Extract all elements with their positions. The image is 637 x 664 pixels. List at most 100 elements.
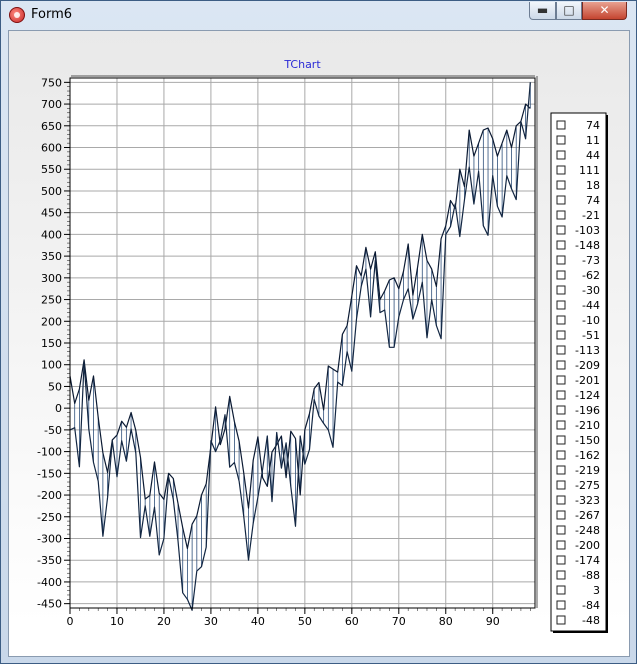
legend-checkbox[interactable] xyxy=(556,405,566,415)
y-tick-label: -250 xyxy=(37,511,62,524)
legend-checkbox[interactable] xyxy=(556,165,566,175)
legend-checkbox[interactable] xyxy=(556,300,566,310)
legend-value: 18 xyxy=(586,179,600,192)
application-window: Form6 ▬ □ ✕ TChart 750 700 650 600 550 500 450 4… xyxy=(0,0,637,664)
legend-checkbox[interactable] xyxy=(556,330,566,340)
maximize-button[interactable]: □ xyxy=(556,2,582,20)
legend-value: -150 xyxy=(575,434,600,447)
legend-value: 11 xyxy=(586,134,600,147)
x-tick-label: 70 xyxy=(392,615,406,628)
window-title: Form6 xyxy=(31,7,73,22)
x-tick-label: 50 xyxy=(298,615,312,628)
legend-value: -209 xyxy=(575,359,600,372)
chart: TChart7507006506005505004504003503002502… xyxy=(37,58,608,633)
legend-checkbox[interactable] xyxy=(556,255,566,265)
legend-value: -200 xyxy=(575,539,600,552)
legend-value: 74 xyxy=(586,194,600,207)
legend-value: -48 xyxy=(582,614,600,627)
legend-checkbox[interactable] xyxy=(556,480,566,490)
legend-checkbox[interactable] xyxy=(556,270,566,280)
y-tick-label: -50 xyxy=(44,424,62,437)
legend-checkbox[interactable] xyxy=(556,510,566,520)
x-tick-label: 80 xyxy=(439,615,453,628)
app-icon xyxy=(9,7,25,23)
legend-checkbox[interactable] xyxy=(556,555,566,565)
legend-checkbox[interactable] xyxy=(556,195,566,205)
y-tick-label: 300 xyxy=(41,272,62,285)
chart-title: TChart xyxy=(283,58,321,71)
legend-value: -267 xyxy=(575,509,600,522)
x-tick-label: 10 xyxy=(110,615,124,628)
y-tick-label: -400 xyxy=(37,576,62,589)
legend-value: -113 xyxy=(575,344,600,357)
legend-value: -51 xyxy=(582,329,600,342)
legend-value: -30 xyxy=(582,284,600,297)
legend-value: -174 xyxy=(575,554,600,567)
y-tick-label: 100 xyxy=(41,359,62,372)
y-tick-label: -200 xyxy=(37,489,62,502)
legend-checkbox[interactable] xyxy=(556,180,566,190)
legend-checkbox[interactable] xyxy=(556,525,566,535)
legend-checkbox[interactable] xyxy=(556,120,566,130)
legend-value: -84 xyxy=(582,599,600,612)
legend-checkbox[interactable] xyxy=(556,465,566,475)
legend-value: 111 xyxy=(579,164,600,177)
legend-checkbox[interactable] xyxy=(556,345,566,355)
legend-value: -275 xyxy=(575,479,600,492)
y-tick-label: 350 xyxy=(41,250,62,263)
legend-checkbox[interactable] xyxy=(556,285,566,295)
legend-checkbox[interactable] xyxy=(556,360,566,370)
legend-checkbox[interactable] xyxy=(556,225,566,235)
legend-checkbox[interactable] xyxy=(556,210,566,220)
legend-value: -210 xyxy=(575,419,600,432)
x-tick-label: 30 xyxy=(204,615,218,628)
legend-checkbox[interactable] xyxy=(556,540,566,550)
legend-checkbox[interactable] xyxy=(556,150,566,160)
y-tick-label: 250 xyxy=(41,294,62,307)
legend-value: -124 xyxy=(575,389,600,402)
y-tick-label: 700 xyxy=(41,98,62,111)
legend-value: -44 xyxy=(582,299,600,312)
legend-checkbox[interactable] xyxy=(556,390,566,400)
legend-checkbox[interactable] xyxy=(556,585,566,595)
legend-checkbox[interactable] xyxy=(556,600,566,610)
y-tick-label: 400 xyxy=(41,228,62,241)
legend-checkbox[interactable] xyxy=(556,420,566,430)
y-tick-label: 650 xyxy=(41,120,62,133)
legend-value: -21 xyxy=(582,209,600,222)
close-button[interactable]: ✕ xyxy=(582,2,627,20)
legend-checkbox[interactable] xyxy=(556,435,566,445)
legend-value: -196 xyxy=(575,404,600,417)
y-tick-label: 200 xyxy=(41,315,62,328)
y-tick-label: 750 xyxy=(41,76,62,89)
legend-value: -162 xyxy=(575,449,600,462)
legend-value: -248 xyxy=(575,524,600,537)
y-tick-label: -100 xyxy=(37,446,62,459)
legend-checkbox[interactable] xyxy=(556,240,566,250)
y-tick-label: -300 xyxy=(37,532,62,545)
legend-checkbox[interactable] xyxy=(556,135,566,145)
legend-checkbox[interactable] xyxy=(556,615,566,625)
title-bar[interactable]: Form6 ▬ □ ✕ xyxy=(1,1,636,29)
legend-checkbox[interactable] xyxy=(556,570,566,580)
legend-checkbox[interactable] xyxy=(556,375,566,385)
legend-value: -219 xyxy=(575,464,600,477)
legend-value: -148 xyxy=(575,239,600,252)
y-tick-label: -450 xyxy=(37,598,62,611)
x-tick-label: 90 xyxy=(486,615,500,628)
legend-value: -201 xyxy=(575,374,600,387)
x-tick-label: 20 xyxy=(157,615,171,628)
legend-value: 74 xyxy=(586,119,600,132)
y-tick-label: 500 xyxy=(41,185,62,198)
minimize-button[interactable]: ▬ xyxy=(529,2,556,20)
legend-value: -73 xyxy=(582,254,600,267)
y-tick-label: 0 xyxy=(55,402,62,415)
legend-checkbox[interactable] xyxy=(556,450,566,460)
legend-checkbox[interactable] xyxy=(556,495,566,505)
y-tick-label: -350 xyxy=(37,554,62,567)
y-tick-label: 150 xyxy=(41,337,62,350)
legend-value: -323 xyxy=(575,494,600,507)
y-tick-label: -150 xyxy=(37,467,62,480)
legend-checkbox[interactable] xyxy=(556,315,566,325)
legend-value: -103 xyxy=(575,224,600,237)
